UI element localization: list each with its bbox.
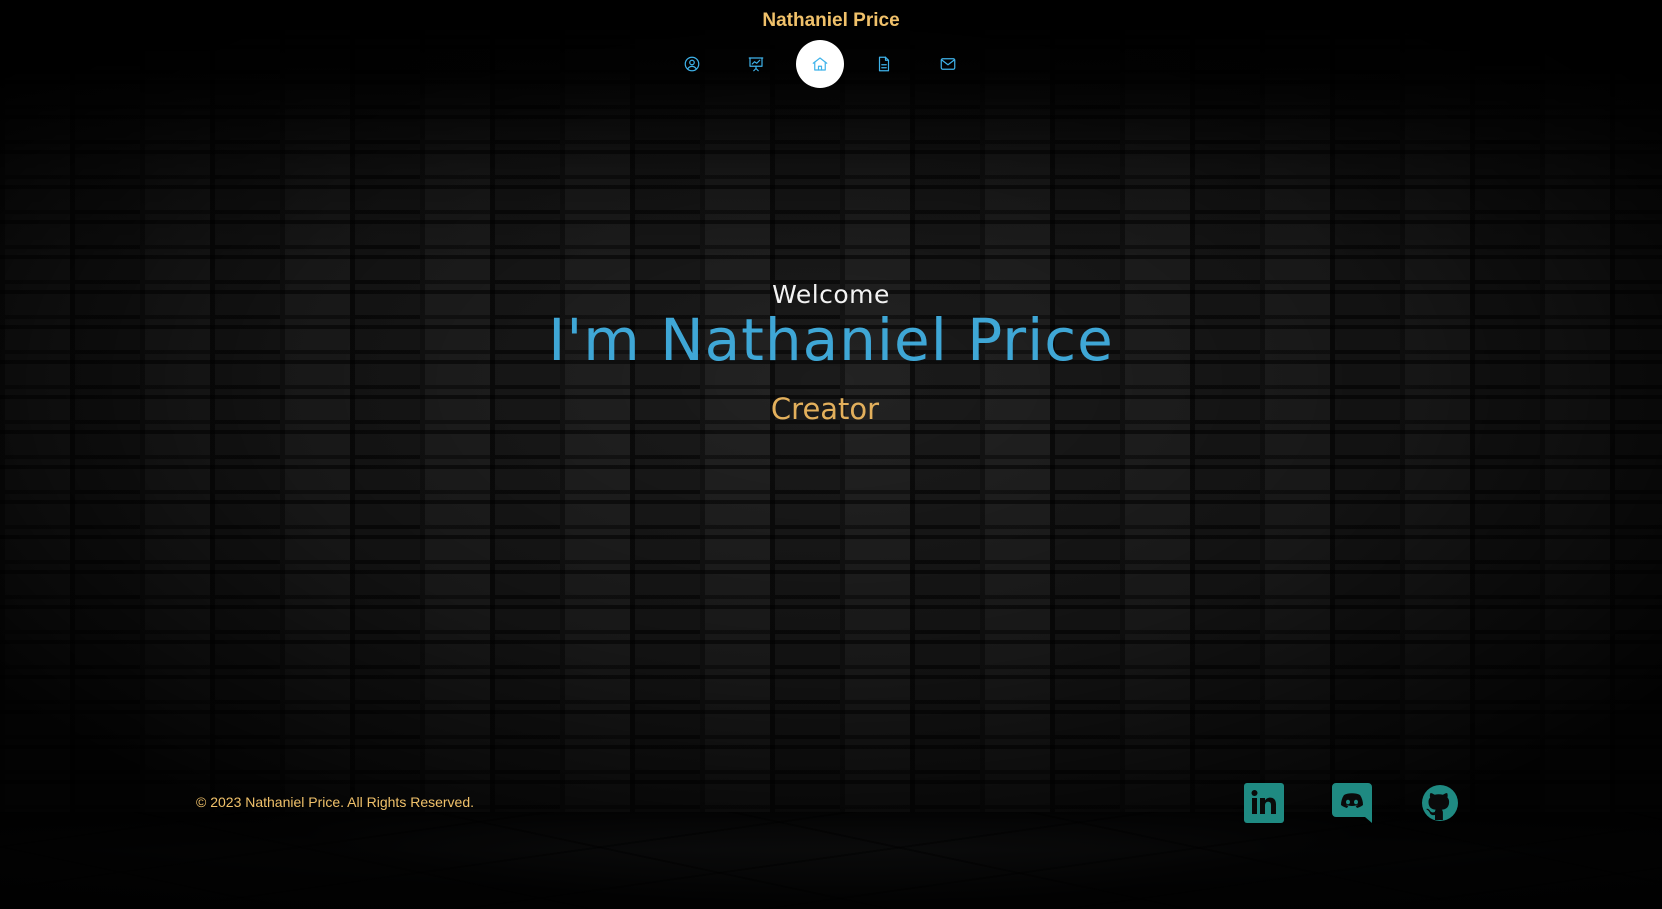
discord-icon <box>1332 783 1372 823</box>
nav-item-resume[interactable] <box>860 40 908 88</box>
home-icon <box>812 57 828 71</box>
presentation-chart-icon <box>748 57 764 72</box>
nav-item-contact[interactable] <box>924 40 972 88</box>
background <box>0 0 1662 909</box>
vignette-overlay <box>0 0 1662 909</box>
hero-headline: I'm Nathaniel Price <box>548 306 1114 374</box>
nav-item-home[interactable] <box>796 40 844 88</box>
github-link[interactable] <box>1420 783 1460 823</box>
user-circle-icon <box>684 56 700 72</box>
copyright-text: © 2023 Nathaniel Price. All Rights Reser… <box>196 794 475 810</box>
site-title: Nathaniel Price <box>762 10 900 31</box>
site-header: Nathaniel Price <box>0 0 1662 100</box>
main-nav <box>668 40 988 88</box>
hero-greeting: Welcome <box>772 280 890 309</box>
nav-item-about[interactable] <box>668 40 716 88</box>
hero-role: Creator <box>770 392 880 426</box>
discord-link[interactable] <box>1332 783 1372 823</box>
linkedin-icon <box>1244 783 1284 823</box>
github-icon <box>1422 785 1458 821</box>
envelope-icon <box>940 58 956 70</box>
nav-item-portfolio[interactable] <box>732 40 780 88</box>
document-icon <box>878 56 890 72</box>
linkedin-link[interactable] <box>1244 783 1284 823</box>
